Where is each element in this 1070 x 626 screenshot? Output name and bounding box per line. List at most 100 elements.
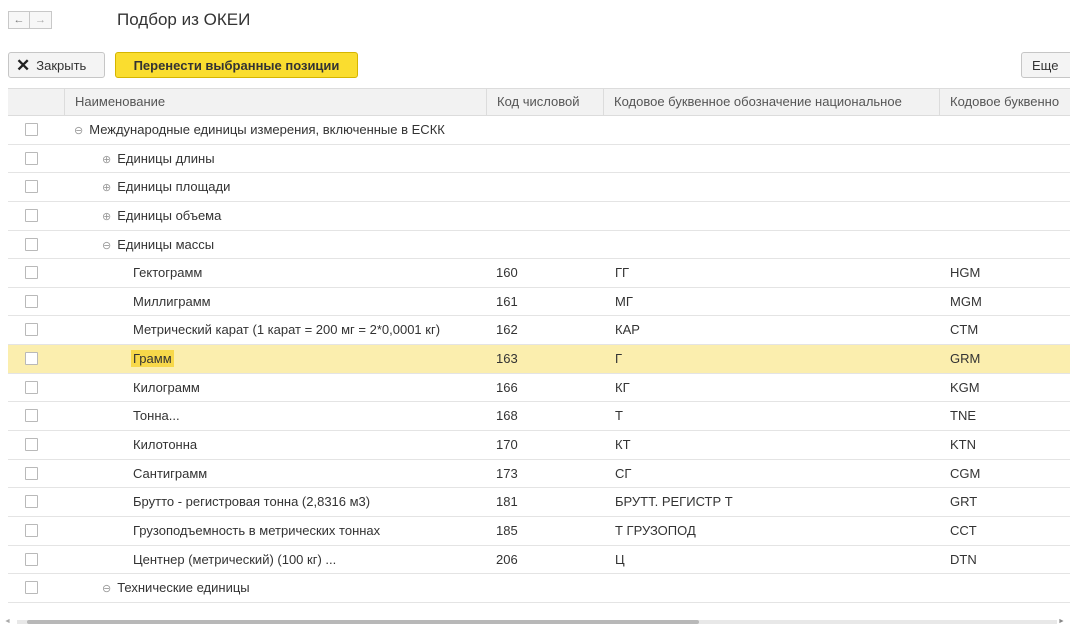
move-selected-label: Перенести выбранные позиции xyxy=(133,57,340,73)
row-name: Тонна... xyxy=(133,408,180,424)
row-name: Международные единицы измерения, включен… xyxy=(89,122,445,137)
row-name: Брутто - регистровая тонна (2,8316 м3) xyxy=(133,494,371,510)
row-name-cell: Килограмм xyxy=(74,374,553,402)
row-checkbox[interactable] xyxy=(25,294,38,308)
row-code: 181 xyxy=(496,494,518,510)
row-checkbox[interactable] xyxy=(25,409,38,423)
scroll-left-icon[interactable]: ◄ xyxy=(4,618,11,625)
row-checkbox[interactable] xyxy=(25,466,38,480)
row-code: 173 xyxy=(496,465,518,481)
row-checkbox[interactable] xyxy=(25,180,38,194)
row-checkbox[interactable] xyxy=(25,552,38,566)
back-button[interactable]: ← xyxy=(8,11,30,29)
header-international-code[interactable]: Кодовое буквенно xyxy=(939,89,1070,115)
expand-icon[interactable]: ⊕ xyxy=(102,154,111,166)
table-row[interactable]: Сантиграмм 173 СГ CGM xyxy=(8,460,1070,489)
row-checkbox[interactable] xyxy=(25,581,38,595)
row-national-code: Г xyxy=(615,351,623,367)
row-checkbox[interactable] xyxy=(25,237,38,251)
row-national-code: Т xyxy=(615,408,623,424)
row-national-code: Ц xyxy=(615,551,625,567)
row-code: 168 xyxy=(496,408,518,424)
expand-icon[interactable]: ⊕ xyxy=(102,211,111,223)
row-name: Килотонна xyxy=(133,437,198,453)
row-name: Грузоподъемность в метрических тоннах xyxy=(133,522,381,538)
table-row[interactable]: ⊕ Единицы объема xyxy=(8,202,1070,231)
table-row[interactable]: Метрический карат (1 карат = 200 мг = 2*… xyxy=(8,316,1070,346)
row-name: Гектограмм xyxy=(133,265,203,281)
row-national-code: КАР xyxy=(615,322,640,338)
row-code: 206 xyxy=(496,551,518,567)
row-name-cell: ⊕ Единицы длины xyxy=(74,145,522,173)
table-row[interactable]: Миллиграмм 161 МГ MGM xyxy=(8,288,1070,317)
move-selected-button[interactable]: Перенести выбранные позиции xyxy=(115,52,358,78)
row-name-cell: Центнер (метрический) (100 кг) ... xyxy=(74,546,553,574)
table-row[interactable]: Грамм 163 Г GRM xyxy=(8,345,1070,374)
header-name[interactable]: Наименование xyxy=(64,89,494,115)
row-name-cell: Метрический карат (1 карат = 200 мг = 2*… xyxy=(74,316,553,344)
collapse-icon[interactable]: ⊖ xyxy=(102,583,111,595)
scrollbar-thumb[interactable] xyxy=(27,620,699,624)
row-international-code: HGM xyxy=(950,265,981,281)
row-name: Единицы площади xyxy=(117,179,231,195)
row-name-cell: ⊖ Технические единицы xyxy=(74,574,522,602)
row-name-cell: Килотонна xyxy=(74,431,553,459)
collapse-icon[interactable]: ⊖ xyxy=(74,125,83,137)
toolbar: ✕ Закрыть Перенести выбранные позиции Ещ… xyxy=(8,52,1070,78)
row-checkbox[interactable] xyxy=(25,151,38,165)
row-name-cell: ⊕ Единицы объема xyxy=(74,202,522,230)
row-checkbox[interactable] xyxy=(25,523,38,537)
table-row[interactable]: ⊕ Единицы длины xyxy=(8,145,1070,174)
collapse-icon[interactable]: ⊖ xyxy=(102,240,111,252)
table-row[interactable]: Тонна... 168 Т TNE xyxy=(8,402,1070,432)
row-code: 170 xyxy=(496,437,518,453)
row-name: Сантиграмм xyxy=(133,465,208,481)
row-name: Килограмм xyxy=(133,379,200,395)
row-name-cell: ⊕ Единицы площади xyxy=(74,173,522,201)
table-row[interactable]: Грузоподъемность в метрических тоннах 185… xyxy=(8,517,1070,546)
page-title: Подбор из ОКЕИ xyxy=(117,10,251,29)
table-row[interactable]: Центнер (метрический) (100 кг) ... 206 Ц DT… xyxy=(8,546,1070,575)
header-national-code[interactable]: Кодовое буквенное обозначение национальн… xyxy=(603,89,939,115)
row-international-code: GRT xyxy=(950,494,978,510)
table-row[interactable]: ⊖ Единицы массы xyxy=(8,231,1070,260)
arrow-left-icon: ← xyxy=(13,14,25,26)
row-checkbox[interactable] xyxy=(25,123,38,136)
header-check-column xyxy=(8,89,64,115)
row-checkbox[interactable] xyxy=(25,208,38,222)
header-code[interactable]: Код числовой xyxy=(486,89,603,115)
table-row[interactable]: Гектограмм 160 ГГ HGM xyxy=(8,259,1070,288)
expand-icon[interactable]: ⊕ xyxy=(102,182,111,194)
row-international-code: MGM xyxy=(950,293,982,309)
row-national-code: КТ xyxy=(615,437,631,453)
row-international-code: TNE xyxy=(950,408,976,424)
table-header: Наименование Код числовой Кодовое буквен… xyxy=(8,88,1070,116)
row-code: 162 xyxy=(496,322,518,338)
row-checkbox[interactable] xyxy=(25,352,38,366)
table-row[interactable]: ⊖ Технические единицы xyxy=(8,574,1070,603)
table-row[interactable]: Брутто - регистровая тонна (2,8316 м3) 18… xyxy=(8,488,1070,517)
row-checkbox[interactable] xyxy=(25,323,38,337)
row-name-cell: Грамм xyxy=(74,345,553,373)
table-row[interactable]: Килограмм 166 КГ KGM xyxy=(8,374,1070,403)
scroll-right-icon[interactable]: ► xyxy=(1058,618,1065,625)
close-button-label: Закрыть xyxy=(36,57,87,73)
row-code: 185 xyxy=(496,522,518,538)
row-international-code: DTN xyxy=(950,551,977,567)
more-button[interactable]: Еще xyxy=(1021,52,1070,78)
row-name-cell: Миллиграмм xyxy=(74,288,553,316)
forward-button[interactable]: → xyxy=(30,11,52,29)
row-checkbox[interactable] xyxy=(25,380,38,394)
row-checkbox[interactable] xyxy=(25,495,38,509)
row-national-code: МГ xyxy=(615,293,633,309)
table-row[interactable]: Килотонна 170 КТ KTN xyxy=(8,431,1070,460)
row-checkbox[interactable] xyxy=(25,266,38,280)
row-checkbox[interactable] xyxy=(25,438,38,452)
row-name: Центнер (метрический) (100 кг) ... xyxy=(133,551,337,567)
horizontal-scrollbar[interactable] xyxy=(17,620,1057,624)
row-name-cell: Грузоподъемность в метрических тоннах xyxy=(74,517,553,545)
table-row[interactable]: ⊖ Международные единицы измерения, включе… xyxy=(8,116,1070,145)
table-row[interactable]: ⊕ Единицы площади xyxy=(8,173,1070,202)
close-button[interactable]: ✕ Закрыть xyxy=(8,52,105,78)
row-name: Метрический карат (1 карат = 200 мг = 2*… xyxy=(133,322,441,338)
